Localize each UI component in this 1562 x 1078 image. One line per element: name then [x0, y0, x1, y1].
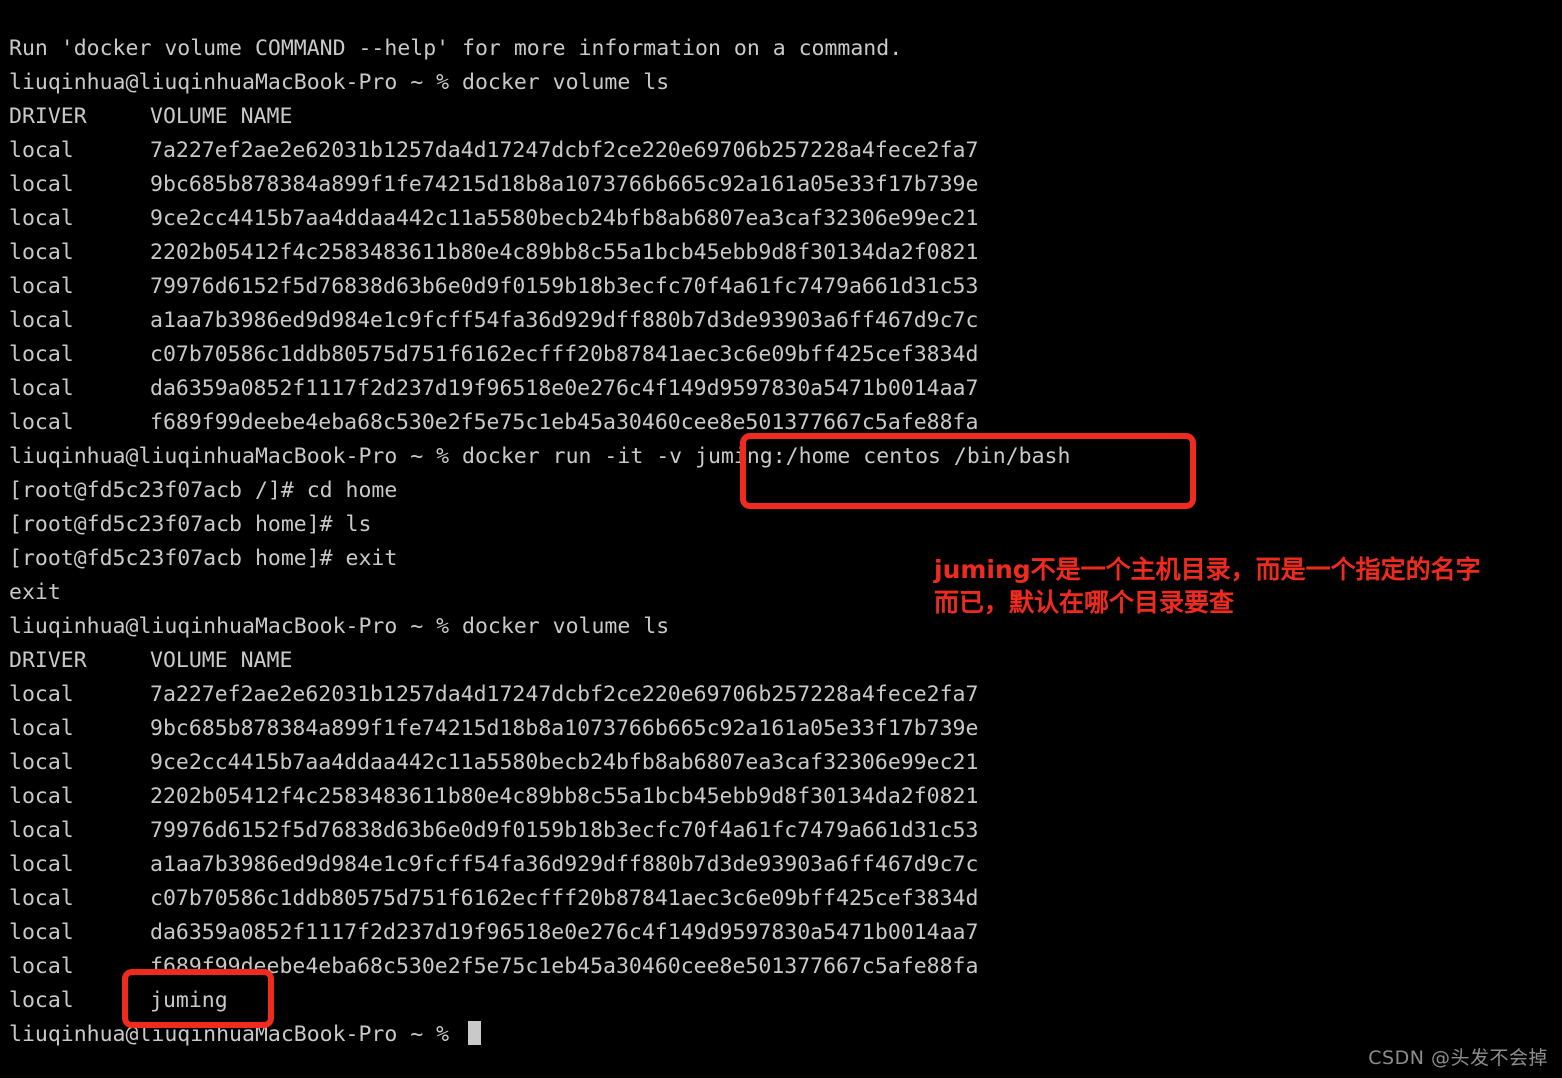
- table-row: local da6359a0852f1117f2d237d19f96518e0e2…: [9, 916, 1549, 950]
- table-row: local 79976d6152f5d76838d63b6e0d9f0159b18…: [9, 814, 1549, 848]
- cell-driver: local: [9, 920, 74, 945]
- cell-volume-name: 9ce2cc4415b7aa4ddaa442c11a5580becb24bfb8…: [150, 206, 979, 231]
- table-row: local a1aa7b3986ed9d984e1c9fcff54fa36d929…: [9, 304, 1549, 338]
- cell-volume-name: da6359a0852f1117f2d237d19f96518e0e276c4f…: [150, 376, 979, 401]
- cell-volume-name: 9bc685b878384a899f1fe74215d18b8a1073766b…: [150, 716, 979, 741]
- cell-volume-name: 7a227ef2ae2e62031b1257da4d17247dcbf2ce22…: [150, 682, 979, 707]
- cell-volume-name: a1aa7b3986ed9d984e1c9fcff54fa36d929dff88…: [150, 308, 979, 333]
- table-row: local 7a227ef2ae2e62031b1257da4d17247dcbf…: [9, 134, 1549, 168]
- terminal-table-header-1: DRIVER VOLUME NAME: [9, 100, 1549, 134]
- table-row: local c07b70586c1ddb80575d751f6162ecfff20…: [9, 882, 1549, 916]
- table-row: local f689f99deebe4eba68c530e2f5e75c1eb45…: [9, 406, 1549, 440]
- cell-driver: local: [9, 886, 74, 911]
- terminal-line-docker-run: liuqinhua@liuqinhuaMacBook-Pro ~ % docke…: [9, 444, 1071, 469]
- cell-driver: local: [9, 410, 74, 435]
- terminal-line-prompt-volume-ls-1: liuqinhua@liuqinhuaMacBook-Pro ~ % docke…: [9, 70, 670, 95]
- cell-driver: local: [9, 240, 74, 265]
- terminal-line-ls: [root@fd5c23f07acb home]# ls: [9, 512, 372, 537]
- cell-driver: local: [9, 954, 74, 979]
- terminal-window[interactable]: Run 'docker volume COMMAND --help' for m…: [0, 0, 1562, 1078]
- cell-driver: local: [9, 376, 74, 401]
- terminal-line-final-prompt[interactable]: liuqinhua@liuqinhuaMacBook-Pro ~ %: [9, 1018, 1549, 1052]
- column-header-driver: DRIVER: [9, 648, 87, 673]
- table-row: local f689f99deebe4eba68c530e2f5e75c1eb45…: [9, 950, 1549, 984]
- table-row: local c07b70586c1ddb80575d751f6162ecfff20…: [9, 338, 1549, 372]
- table-row: local a1aa7b3986ed9d984e1c9fcff54fa36d929…: [9, 848, 1549, 882]
- cell-driver: local: [9, 784, 74, 809]
- cell-volume-name: c07b70586c1ddb80575d751f6162ecfff20b8784…: [150, 886, 979, 911]
- terminal-table-header-2: DRIVER VOLUME NAME: [9, 644, 1549, 678]
- table-row: local 9bc685b878384a899f1fe74215d18b8a107…: [9, 712, 1549, 746]
- cell-volume-name: 2202b05412f4c2583483611b80e4c89bb8c55a1b…: [150, 240, 979, 265]
- cell-volume-name: 7a227ef2ae2e62031b1257da4d17247dcbf2ce22…: [150, 138, 979, 163]
- cell-driver: local: [9, 818, 74, 843]
- cell-volume-name: f689f99deebe4eba68c530e2f5e75c1eb45a3046…: [150, 954, 979, 979]
- cell-driver: local: [9, 342, 74, 367]
- cell-driver: local: [9, 274, 74, 299]
- terminal-line-cd-home: [root@fd5c23f07acb /]# cd home: [9, 478, 398, 503]
- cell-volume-name-juming: juming: [150, 988, 228, 1013]
- table-row: local 9ce2cc4415b7aa4ddaa442c11a5580becb2…: [9, 202, 1549, 236]
- cell-driver: local: [9, 750, 74, 775]
- cell-volume-name: 9bc685b878384a899f1fe74215d18b8a1073766b…: [150, 172, 979, 197]
- watermark: CSDN @头发不会掉: [1368, 1047, 1548, 1069]
- terminal-output: Run 'docker volume COMMAND --help' for m…: [9, 32, 1549, 1052]
- column-header-volume-name: VOLUME NAME: [150, 648, 293, 673]
- cell-volume-name: 79976d6152f5d76838d63b6e0d9f0159b18b3ecf…: [150, 818, 979, 843]
- text-cursor: [468, 1021, 482, 1045]
- column-header-volume-name: VOLUME NAME: [150, 104, 293, 129]
- table-row: local 79976d6152f5d76838d63b6e0d9f0159b18…: [9, 270, 1549, 304]
- cell-volume-name: 2202b05412f4c2583483611b80e4c89bb8c55a1b…: [150, 784, 979, 809]
- cell-volume-name: da6359a0852f1117f2d237d19f96518e0e276c4f…: [150, 920, 979, 945]
- cell-volume-name: c07b70586c1ddb80575d751f6162ecfff20b8784…: [150, 342, 979, 367]
- cell-driver: local: [9, 172, 74, 197]
- cell-driver: local: [9, 988, 74, 1013]
- annotation-text: juming不是一个主机目录，而是一个指定的名字 而已，默认在哪个目录要查: [934, 555, 1481, 617]
- table-row: local 7a227ef2ae2e62031b1257da4d17247dcbf…: [9, 678, 1549, 712]
- cell-volume-name: a1aa7b3986ed9d984e1c9fcff54fa36d929dff88…: [150, 852, 979, 877]
- cell-driver: local: [9, 206, 74, 231]
- table-row: local 2202b05412f4c2583483611b80e4c89bb8c…: [9, 780, 1549, 814]
- cell-driver: local: [9, 308, 74, 333]
- cell-driver: local: [9, 716, 74, 741]
- table-row: local 2202b05412f4c2583483611b80e4c89bb8c…: [9, 236, 1549, 270]
- terminal-line-help-hint: Run 'docker volume COMMAND --help' for m…: [9, 36, 903, 61]
- cell-driver: local: [9, 682, 74, 707]
- table-row: local 9bc685b878384a899f1fe74215d18b8a107…: [9, 168, 1549, 202]
- cell-volume-name: 79976d6152f5d76838d63b6e0d9f0159b18b3ecf…: [150, 274, 979, 299]
- table-row: local 9ce2cc4415b7aa4ddaa442c11a5580becb2…: [9, 746, 1549, 780]
- cell-volume-name: 9ce2cc4415b7aa4ddaa442c11a5580becb24bfb8…: [150, 750, 979, 775]
- table-row: local da6359a0852f1117f2d237d19f96518e0e2…: [9, 372, 1549, 406]
- column-header-driver: DRIVER: [9, 104, 87, 129]
- cell-driver: local: [9, 852, 74, 877]
- table-row-juming: local juming: [9, 984, 1549, 1018]
- cell-volume-name: f689f99deebe4eba68c530e2f5e75c1eb45a3046…: [150, 410, 979, 435]
- prompt-text: liuqinhua@liuqinhuaMacBook-Pro ~ %: [9, 1022, 463, 1047]
- cell-driver: local: [9, 138, 74, 163]
